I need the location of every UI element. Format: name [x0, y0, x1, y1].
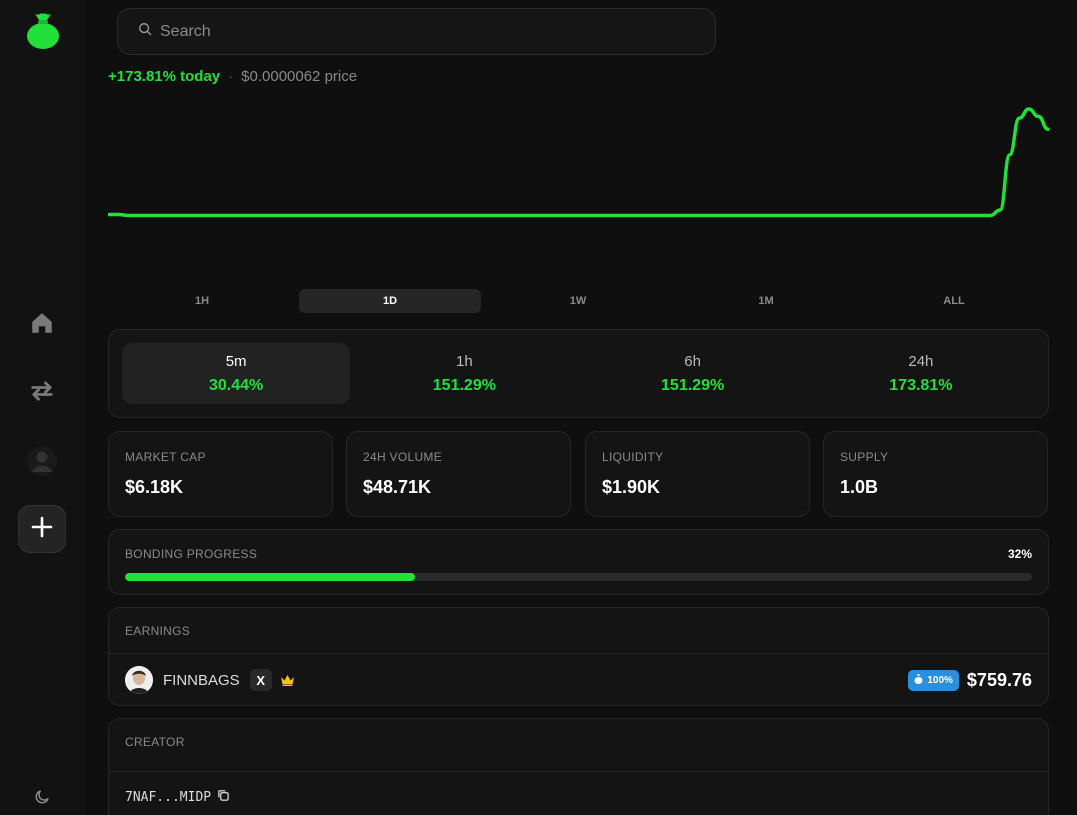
bonding-percent: 32% [1007, 547, 1032, 561]
metric-label: MARKET CAP [125, 450, 206, 464]
price-summary: +173.81% today · $0.0000062 price [108, 68, 357, 85]
period-5m[interactable]: 5m 30.44% [122, 343, 351, 404]
period-label: 5m [225, 353, 247, 370]
home-icon [29, 310, 55, 341]
supply-card: SUPPLY 1.0B [823, 431, 1048, 517]
share-badge: 100% [908, 669, 959, 691]
tab-1w[interactable]: 1W [487, 289, 669, 313]
crown-icon [280, 674, 295, 686]
earnings-row: FINNBAGS X 100% $759.76 [125, 664, 1032, 696]
search-icon [138, 22, 152, 41]
copy-icon[interactable] [217, 789, 230, 806]
avatar[interactable] [125, 666, 153, 694]
profile-icon [27, 445, 57, 481]
metric-label: 24H VOLUME [363, 450, 443, 464]
period-value: 173.81% [889, 377, 953, 394]
nav-home-button[interactable] [18, 301, 66, 349]
creator-address-row[interactable]: 7NAF...MIDP [125, 789, 230, 806]
metric-value: $48.71K [363, 477, 432, 497]
divider [109, 771, 1048, 772]
period-value: 151.29% [661, 377, 725, 394]
period-1h[interactable]: 1h 151.29% [350, 343, 578, 404]
period-label: 24h [908, 353, 934, 370]
price-line [108, 107, 1050, 218]
earnings-card: EARNINGS FINNBAGS X 100% $759.76 [108, 607, 1049, 706]
plus-icon [31, 516, 53, 543]
nav-swap-button[interactable] [18, 369, 66, 417]
progress-fill [125, 573, 416, 581]
creator-card: CREATOR 7NAF...MIDP [108, 718, 1049, 815]
current-price: $0.0000062 price [241, 68, 358, 85]
price-change: +173.81% today [108, 68, 221, 85]
market-cap-card: MARKET CAP $6.18K [108, 431, 333, 517]
metric-value: $1.90K [602, 477, 661, 497]
money-bag-icon[interactable] [25, 10, 61, 50]
nav-profile-button[interactable] [18, 439, 66, 487]
search-input[interactable] [160, 22, 680, 41]
creator-address: 7NAF...MIDP [125, 790, 212, 805]
period-6h[interactable]: 6h 151.29% [579, 343, 807, 404]
separator-dot: · [228, 68, 234, 85]
bonding-label: BONDING PROGRESS [125, 547, 258, 561]
period-24h[interactable]: 24h 173.81% [807, 343, 1035, 404]
share-percent: 100% [927, 674, 953, 686]
time-range-tabs: 1H 1D 1W 1M ALL [108, 289, 1048, 313]
liquidity-card: LIQUIDITY $1.90K [585, 431, 810, 517]
earnings-label: EARNINGS [125, 624, 191, 638]
moon-icon[interactable] [30, 785, 54, 809]
creator-label: CREATOR [125, 735, 185, 749]
creator-name[interactable]: FINNBAGS [163, 672, 240, 689]
search-bar[interactable] [117, 8, 716, 55]
divider [109, 653, 1048, 654]
tab-1m[interactable]: 1M [675, 289, 857, 313]
sidebar [0, 0, 84, 815]
progress-track [125, 573, 1032, 581]
tab-all[interactable]: ALL [863, 289, 1045, 313]
period-value: 30.44% [208, 377, 264, 394]
volume-card: 24H VOLUME $48.71K [346, 431, 571, 517]
earnings-amount: $759.76 [966, 669, 1032, 690]
period-label: 6h [684, 353, 701, 370]
metric-value: $6.18K [125, 477, 184, 497]
period-label: 1h [456, 353, 473, 370]
x-icon[interactable]: X [249, 669, 272, 691]
tab-1h[interactable]: 1H [111, 289, 293, 313]
tab-1d[interactable]: 1D [299, 289, 481, 313]
earnings-amount-group: 100% $759.76 [908, 669, 1032, 691]
price-chart[interactable] [108, 95, 1053, 275]
period-value: 151.29% [432, 377, 496, 394]
metric-label: SUPPLY [840, 450, 889, 464]
add-button[interactable] [18, 505, 66, 553]
metric-label: LIQUIDITY [602, 450, 664, 464]
metric-value: 1.0B [840, 477, 879, 497]
period-change-card: 5m 30.44% 1h 151.29% 6h 151.29% 24h 173.… [108, 329, 1049, 418]
bag-icon [914, 673, 923, 687]
bonding-progress-card: BONDING PROGRESS 32% [108, 529, 1049, 595]
swap-icon [28, 377, 56, 410]
